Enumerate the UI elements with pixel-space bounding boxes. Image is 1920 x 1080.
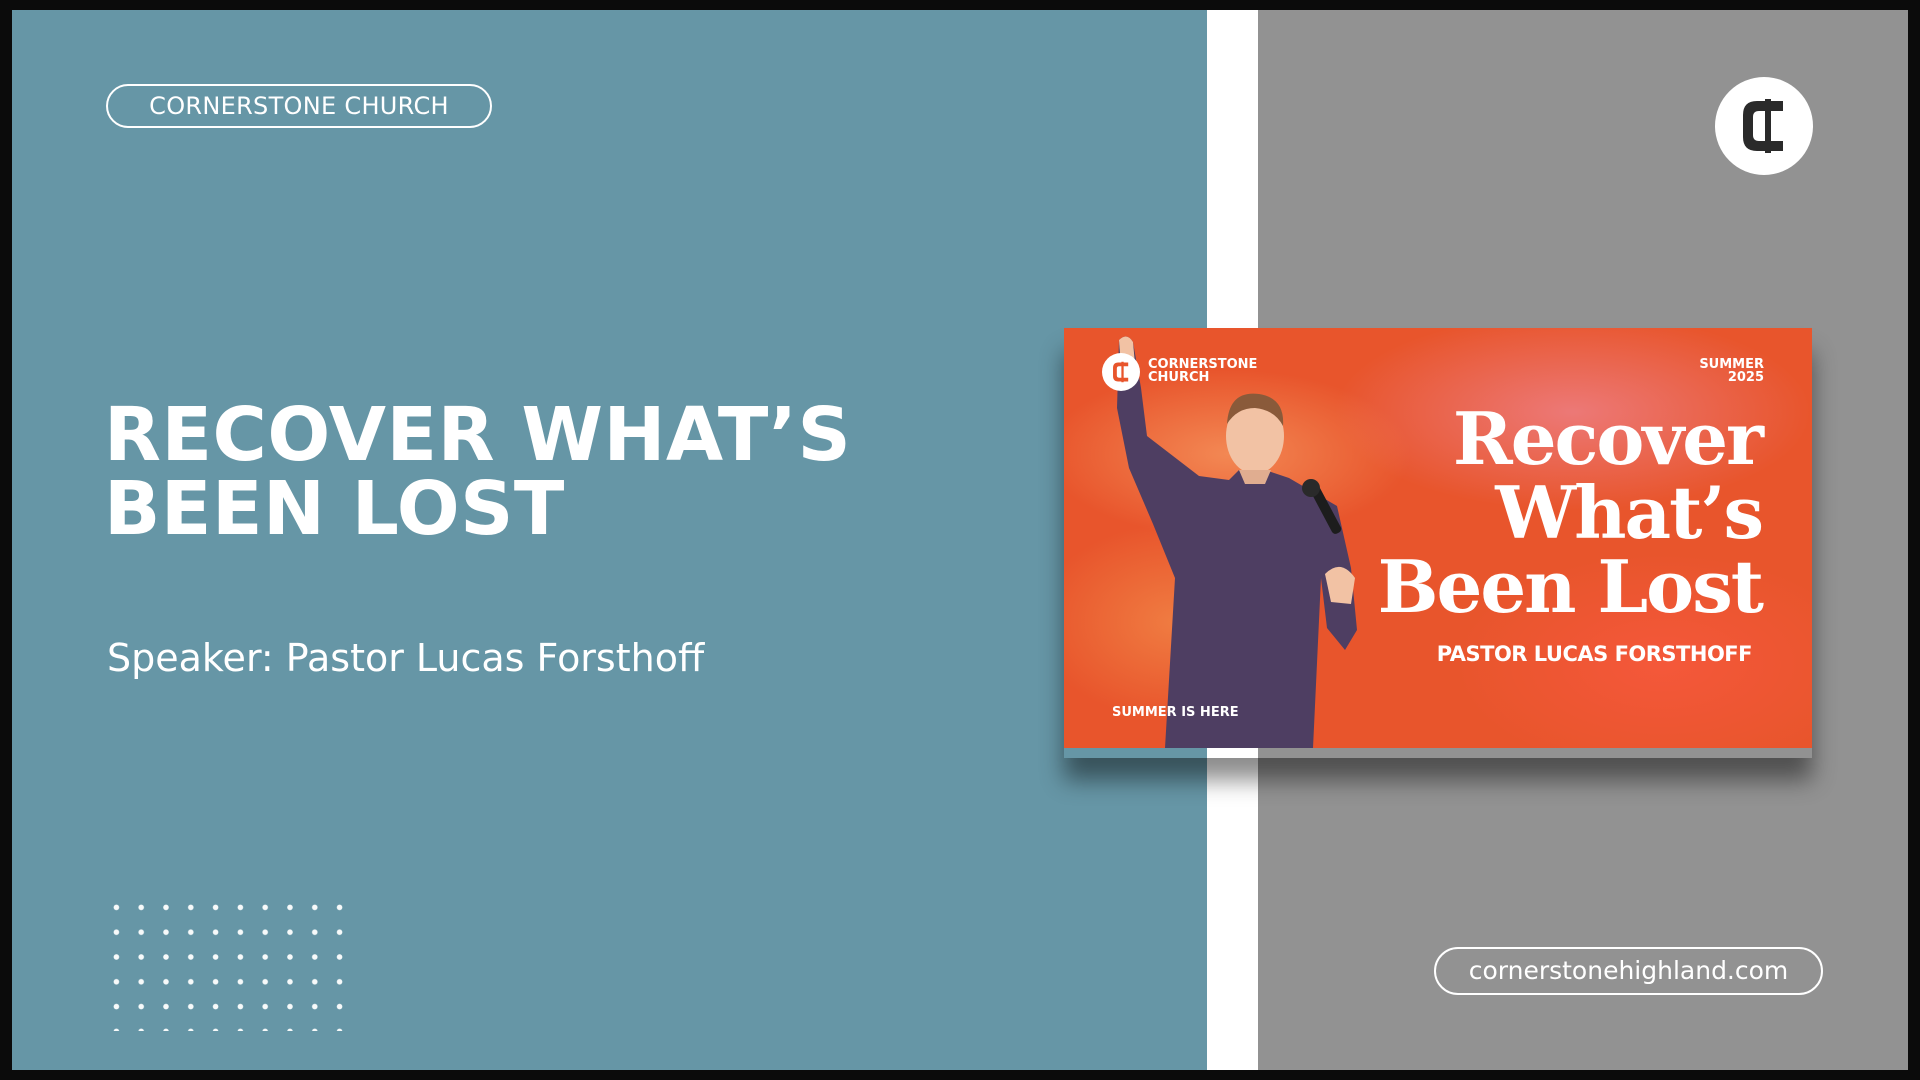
thumbnail-season: SUMMER 2025 [1699,357,1764,385]
thumbnail-tagline: SUMMER IS HERE [1112,705,1239,720]
thumbnail-title: Recover What’s Been Lost [1377,396,1764,629]
church-name-pill: CORNERSTONE CHURCH [106,84,492,128]
thumbnail-logo-icon [1102,353,1140,391]
sermon-slide: CORNERSTONE CHURCH RECOVER WHAT’S BEEN L… [12,10,1908,1070]
thumbnail-church-name: CORNERSTONE CHURCH [1148,357,1258,385]
dot-grid-decoration [104,895,352,1031]
cornerstone-c-logo-icon [1743,99,1783,153]
thumbnail-speaker: PASTOR LUCAS FORSTHOFF [1436,642,1753,666]
website-link[interactable]: cornerstonehighland.com [1434,947,1823,995]
sermon-title: RECOVER WHAT’S BEEN LOST [104,392,852,552]
cornerstone-c-logo-icon [1113,361,1129,383]
speaker-text: Speaker: Pastor Lucas Forsthoff [107,636,705,680]
church-logo-icon [1715,77,1813,175]
sermon-thumbnail: CORNERSTONE CHURCH SUMMER 2025 Recover W… [1064,328,1812,748]
